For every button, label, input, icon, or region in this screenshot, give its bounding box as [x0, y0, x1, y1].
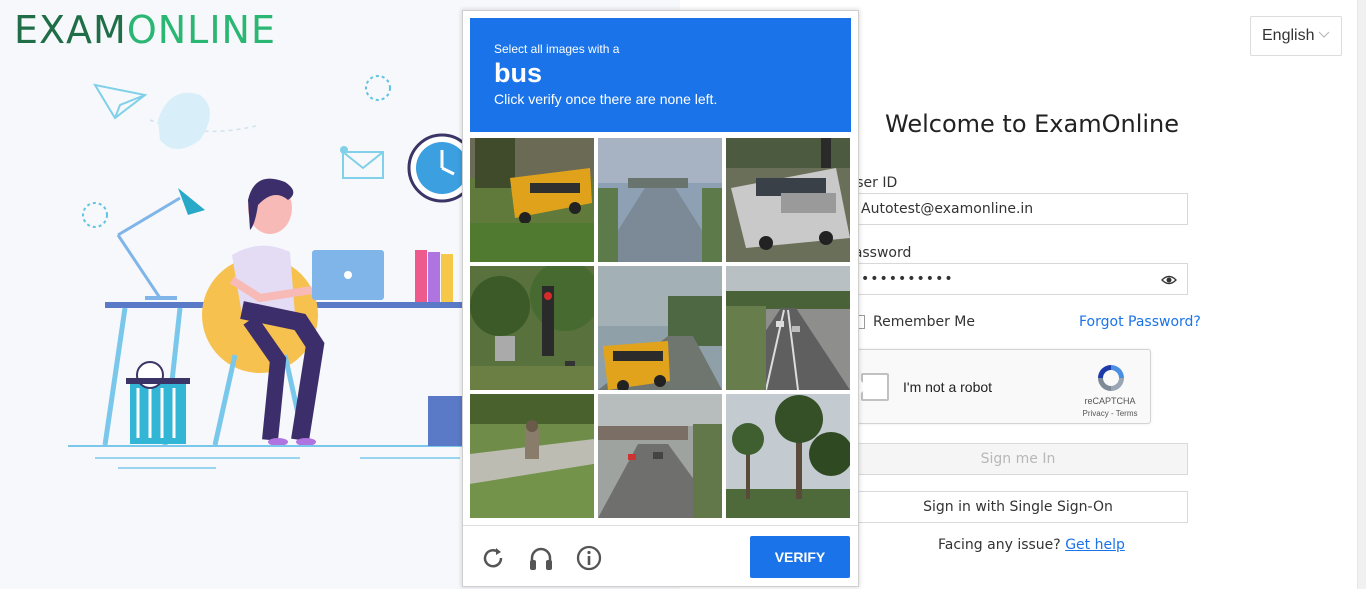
image-tile-school-bus-road[interactable]: [598, 266, 722, 390]
user-id-field[interactable]: Autotest@examonline.in: [848, 193, 1188, 225]
recaptcha-logo-icon: [1098, 365, 1124, 391]
captcha-challenge: Select all images with a bus Click verif…: [462, 10, 859, 587]
workspace-illustration: [68, 75, 477, 469]
sign-in-button[interactable]: Sign me In: [848, 443, 1188, 475]
eye-icon[interactable]: [1161, 272, 1177, 288]
language-select[interactable]: English: [1250, 16, 1342, 56]
image-tile-school-bus-grass[interactable]: [470, 138, 594, 262]
reload-icon[interactable]: [479, 544, 507, 572]
image-tile-person-sidewalk[interactable]: [470, 394, 594, 518]
image-tile-highway-lanes[interactable]: [726, 266, 850, 390]
image-grid: [470, 138, 851, 519]
logo: EXAMONLINE: [14, 8, 276, 52]
forgot-password-link[interactable]: Forgot Password?: [1079, 314, 1201, 330]
language-selected: English: [1262, 27, 1315, 44]
recaptcha-widget: I'm not a robot reCAPTCHA Privacy - Term…: [846, 349, 1151, 424]
remember-me-label: Remember Me: [873, 314, 975, 330]
challenge-header: Select all images with a bus Click verif…: [470, 18, 851, 132]
sso-button[interactable]: Sign in with Single Sign-On: [848, 491, 1188, 523]
challenge-hint: Click verify once there are none left.: [494, 91, 718, 107]
password-value: ••••••••••: [861, 271, 954, 287]
password-field[interactable]: ••••••••••: [848, 263, 1188, 295]
image-tile-street-overpass[interactable]: [598, 394, 722, 518]
image-tile-highway-road[interactable]: [598, 138, 722, 262]
get-help-link[interactable]: Get help: [1065, 537, 1125, 553]
info-icon[interactable]: [575, 544, 603, 572]
facing-issue-text: Facing any issue?: [938, 537, 1061, 553]
scrollbar[interactable]: [1357, 0, 1366, 589]
challenge-target: bus: [494, 58, 543, 88]
image-tile-city-bus[interactable]: [726, 138, 850, 262]
logo-part-online: ONLINE: [126, 8, 276, 52]
challenge-footer: VERIFY: [463, 525, 858, 588]
image-tile-traffic-light[interactable]: [470, 266, 594, 390]
recaptcha-links[interactable]: Privacy - Terms: [1072, 409, 1148, 418]
page-title: Welcome to ExamOnline: [885, 110, 1179, 138]
logo-part-exam: EXAM: [14, 8, 127, 52]
verify-button[interactable]: VERIFY: [750, 536, 850, 578]
help-text: Facing any issue? Get help: [938, 537, 1125, 553]
recaptcha-brand: reCAPTCHA: [1084, 396, 1136, 406]
recaptcha-label: I'm not a robot: [903, 379, 993, 395]
challenge-instruction: Select all images with a: [494, 42, 620, 56]
image-tile-palm-trees[interactable]: [726, 394, 850, 518]
audio-icon[interactable]: [527, 544, 555, 572]
chevron-down-icon: [1318, 31, 1330, 38]
